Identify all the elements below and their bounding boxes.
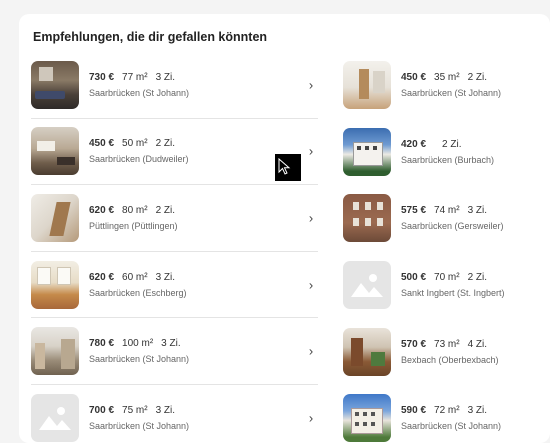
listing-area: 70 m² <box>434 272 460 284</box>
listing-price: 700 € <box>89 405 115 417</box>
listing-area: 77 m² <box>122 71 148 83</box>
listing-price: 500 € <box>401 272 427 284</box>
listing-area: 80 m² <box>122 204 148 216</box>
chevron-right-icon[interactable]: › <box>304 210 318 225</box>
listing-area: 100 m² <box>122 338 154 350</box>
listing-item[interactable]: 620 € 60 m² 3 Zi. Saarbrücken (Eschberg) › <box>31 252 318 319</box>
listing-item[interactable]: 575 € 74 m² 3 Zi. Saarbrücken (Gersweiler) <box>343 185 550 252</box>
listing-location: Saarbrücken (Gersweiler) <box>401 221 504 232</box>
listing-location: Saarbrücken (Dudweiler) <box>89 154 189 165</box>
image-placeholder-icon <box>31 394 79 443</box>
listing-photo <box>343 394 391 443</box>
listing-area: 50 m² <box>122 138 148 150</box>
listing-area: 60 m² <box>122 271 148 283</box>
listing-item[interactable]: 450 € 35 m² 2 Zi. Saarbrücken (St Johann) <box>343 52 550 119</box>
listing-location: Sankt Ingbert (St. Ingbert) <box>401 288 505 299</box>
listing-area: 75 m² <box>122 405 148 417</box>
listing-item[interactable]: 500 € 70 m² 2 Zi. Sankt Ingbert (St. Ingbe… <box>343 252 550 319</box>
listing-location: Püttlingen (Püttlingen) <box>89 220 178 231</box>
listing-location: Bexbach (Oberbexbach) <box>401 354 499 365</box>
listing-rooms: 2 Zi. <box>442 138 462 150</box>
listing-rooms: 3 Zi. <box>161 338 181 350</box>
section-title: Empfehlungen, die dir gefallen könnten <box>33 30 268 44</box>
listing-rooms: 4 Zi. <box>467 338 488 350</box>
listing-area: 73 m² <box>434 338 460 350</box>
listing-location: Saarbrücken (St Johann) <box>89 87 190 98</box>
listing-price: 590 € <box>401 405 427 417</box>
listing-photo <box>31 60 79 109</box>
listing-photo <box>343 327 391 376</box>
listing-item[interactable]: 590 € 72 m² 3 Zi. Saarbrücken (St Johann) <box>343 385 550 443</box>
listing-item[interactable]: 730 €77 m² 3 Zi. Saarbrücken (St Johann) … <box>31 52 318 119</box>
recommendations-card: Empfehlungen, die dir gefallen könnten 7… <box>19 14 550 443</box>
listing-location: Saarbrücken (Eschberg) <box>89 287 187 298</box>
listing-price: 575 € <box>401 205 427 217</box>
listing-location: Saarbrücken (St Johann) <box>401 88 502 99</box>
listing-location: Saarbrücken (St Johann) <box>401 421 502 432</box>
image-placeholder-icon <box>343 261 391 310</box>
listing-price: 420 € <box>401 138 427 150</box>
listing-item[interactable]: 700 €75 m² 3 Zi. Saarbrücken (St Johann) … <box>31 385 318 443</box>
listing-photo <box>343 127 391 176</box>
listing-location: Saarbrücken (St Johann) <box>89 354 190 365</box>
listing-price: 450 € <box>89 138 115 150</box>
listing-rooms: 2 Zi. <box>155 138 176 150</box>
chevron-right-icon[interactable]: › <box>304 344 318 359</box>
listing-price: 570 € <box>401 338 427 350</box>
mouse-cursor-icon <box>278 158 291 175</box>
listing-area: 35 m² <box>434 72 460 84</box>
listing-rooms: 2 Zi. <box>467 72 488 84</box>
listing-item[interactable]: 620 €80 m² 2 Zi. Püttlingen (Püttlingen) … <box>31 185 318 252</box>
listing-rooms: 3 Zi. <box>155 71 176 83</box>
listing-price: 450 € <box>401 72 427 84</box>
chevron-right-icon[interactable]: › <box>304 411 318 426</box>
listing-area: 72 m² <box>434 405 460 417</box>
left-listing-column: 730 €77 m² 3 Zi. Saarbrücken (St Johann) … <box>31 52 321 443</box>
listing-photo <box>31 127 79 176</box>
listing-rooms: 2 Zi. <box>467 272 488 284</box>
listing-price: 620 € <box>89 204 115 216</box>
listing-photo <box>31 260 79 309</box>
listing-location: Saarbrücken (Burbach) <box>401 154 495 165</box>
listing-item[interactable]: 780 € 100 m² 3 Zi. Saarbrücken (St Johann)… <box>31 318 318 385</box>
listing-rooms: 3 Zi. <box>467 405 488 417</box>
listing-price: 620 € <box>89 271 115 283</box>
chevron-right-icon[interactable]: › <box>304 144 318 159</box>
listing-photo <box>343 61 391 110</box>
listing-price: 730 € <box>89 71 115 83</box>
listing-photo <box>343 194 391 243</box>
chevron-right-icon[interactable]: › <box>304 77 318 92</box>
listing-rooms: 3 Zi. <box>155 405 176 417</box>
listing-location: Saarbrücken (St Johann) <box>89 421 190 432</box>
chevron-right-icon[interactable]: › <box>304 277 318 292</box>
listing-photo <box>31 327 79 376</box>
listing-rooms: 3 Zi. <box>467 205 488 217</box>
listing-item[interactable]: 420 € 2 Zi. Saarbrücken (Burbach) <box>343 119 550 186</box>
listing-rooms: 3 Zi. <box>155 271 176 283</box>
listing-photo <box>31 193 79 242</box>
listing-item[interactable]: 570 € 73 m² 4 Zi. Bexbach (Oberbexbach) <box>343 318 550 385</box>
listing-price: 780 € <box>89 338 115 350</box>
listing-rooms: 2 Zi. <box>155 204 176 216</box>
listing-area: 74 m² <box>434 205 460 217</box>
cursor-overlay <box>275 154 301 181</box>
right-listing-column: 450 €35 m² 2 Zi. Saarbrücken (St Johann) … <box>343 52 550 443</box>
